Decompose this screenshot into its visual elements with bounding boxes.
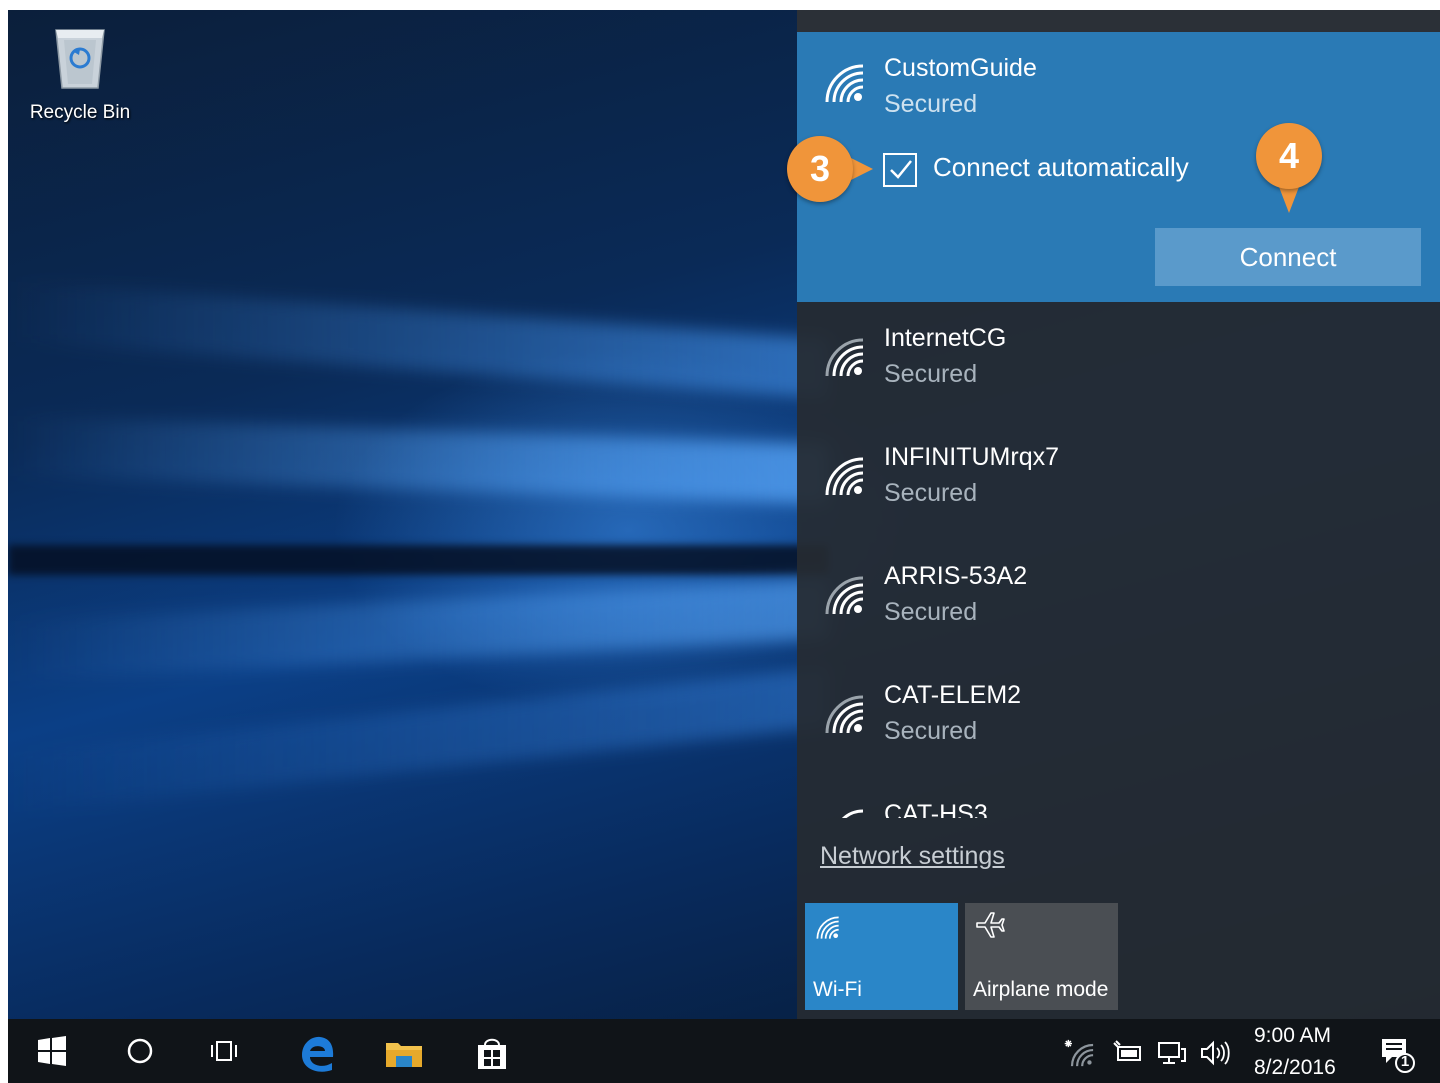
network-status: Secured — [884, 717, 978, 745]
wifi-icon — [815, 915, 841, 947]
selected-network-item[interactable]: CustomGuide Secured Connect automaticall… — [797, 32, 1440, 302]
edge-icon[interactable] — [298, 1033, 334, 1072]
network-flyout: CustomGuide Secured Connect automaticall… — [797, 10, 1440, 1019]
desktop: Recycle Bin CustomGuide Secured Connect … — [8, 10, 1440, 1083]
wifi-signal-icon — [823, 62, 867, 106]
store-icon[interactable] — [472, 1033, 508, 1069]
wifi-signal-icon — [823, 455, 867, 499]
recycle-bin-icon — [52, 24, 108, 90]
wifi-toggle-tile[interactable]: Wi-Fi — [805, 903, 958, 1010]
connect-button[interactable]: Connect — [1155, 228, 1421, 286]
network-name: InternetCG — [884, 324, 1007, 352]
wallpaper-beam — [8, 666, 828, 814]
network-name: INFINITUMrqx7 — [884, 443, 1059, 471]
network-status: Secured — [884, 479, 978, 507]
network-status: Secured — [884, 360, 978, 388]
recycle-bin-shortcut[interactable]: Recycle Bin — [20, 24, 140, 124]
callout-badge: 3 — [787, 136, 853, 202]
airplane-tile-label: Airplane mode — [973, 978, 1109, 1001]
taskbar: 9:00 AM 8/2/2016 1 — [8, 1019, 1440, 1083]
windows-start-icon[interactable] — [34, 1033, 70, 1069]
network-status: Secured — [884, 598, 978, 626]
notification-count-badge: 1 — [1400, 1053, 1410, 1070]
network-list-item[interactable]: ARRIS-53A2 Secured — [797, 540, 1440, 658]
clock-time[interactable]: 9:00 AM — [1254, 1024, 1331, 1048]
clock-date[interactable]: 8/2/2016 — [1254, 1056, 1336, 1080]
network-list-item[interactable]: CAT-ELEM2 Secured — [797, 659, 1440, 777]
network-name: ARRIS-53A2 — [884, 562, 1028, 590]
airplane-mode-tile[interactable]: Airplane mode — [965, 903, 1118, 1010]
wallpaper-beam — [8, 578, 828, 682]
network-list-item[interactable]: INFINITUMrqx7 Secured — [797, 421, 1440, 539]
network-icon[interactable] — [1156, 1039, 1188, 1067]
network-list-item[interactable]: CAT-HS3 — [797, 778, 1440, 818]
battery-icon[interactable] — [1112, 1039, 1144, 1067]
network-name: CustomGuide — [884, 54, 1037, 82]
wifi-signal-icon — [823, 574, 867, 618]
network-name: CAT-HS3 — [884, 800, 988, 818]
task-view-icon[interactable] — [206, 1033, 242, 1069]
network-name: CAT-ELEM2 — [884, 681, 1022, 709]
wifi-tile-label: Wi-Fi — [813, 978, 862, 1001]
wallpaper-beam — [8, 545, 828, 575]
cortana-search-icon[interactable] — [122, 1033, 158, 1069]
network-status: Secured — [884, 90, 978, 118]
flyout-top-strip — [797, 10, 1440, 32]
recycle-bin-label: Recycle Bin — [29, 102, 131, 123]
action-center-icon[interactable]: 1 — [1378, 1035, 1418, 1075]
volume-icon[interactable] — [1198, 1039, 1232, 1067]
callout-badge: 4 — [1256, 123, 1322, 189]
airplane-icon — [973, 909, 1005, 947]
connect-automatically-checkbox[interactable] — [883, 153, 917, 187]
connect-automatically-label[interactable]: Connect automatically — [933, 152, 1189, 183]
wifi-signal-icon — [823, 336, 867, 380]
wallpaper-beam — [8, 415, 828, 505]
wifi-tray-icon[interactable] — [1064, 1037, 1096, 1069]
wallpaper-beam — [8, 281, 828, 399]
network-list-item[interactable]: InternetCG Secured — [797, 302, 1440, 420]
wifi-signal-icon — [823, 693, 867, 737]
network-settings-link[interactable]: Network settings — [820, 842, 1005, 871]
file-explorer-icon[interactable] — [384, 1033, 422, 1069]
wifi-signal-icon — [823, 800, 867, 818]
